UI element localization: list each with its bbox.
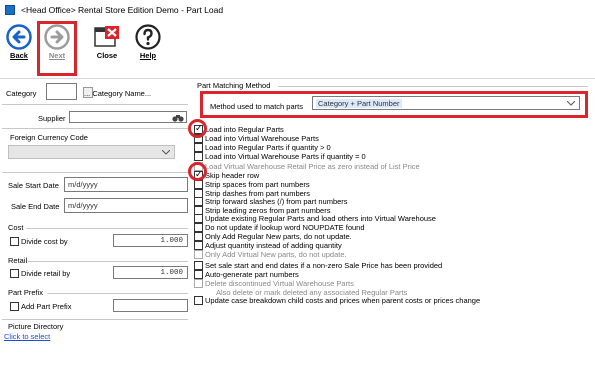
option-checkbox[interactable] xyxy=(194,214,203,223)
option-label: Skip header row xyxy=(205,171,260,180)
option-checkbox[interactable] xyxy=(194,197,203,206)
sale-start-label: Sale Start Date xyxy=(8,181,59,190)
supplier-label: Supplier xyxy=(38,114,66,123)
foreign-currency-label: Foreign Currency Code xyxy=(10,133,88,142)
option-label: Load into Virtual Warehouse Parts xyxy=(205,134,319,143)
divide-cost-label: Divide cost by xyxy=(21,237,68,246)
category-name-label: ... Category Name... xyxy=(84,89,152,98)
chevron-down-icon xyxy=(162,150,170,155)
currency-divider xyxy=(2,128,188,129)
option-label: Adjust quantity instead of adding quanti… xyxy=(205,241,342,250)
part-prefix-heading: Part Prefix xyxy=(8,288,44,297)
chevron-down-icon xyxy=(567,101,575,106)
help-button[interactable]: Help xyxy=(133,24,163,76)
divide-cost-checkbox[interactable] xyxy=(10,237,19,246)
option-label: Only Add Regular New parts, do not updat… xyxy=(205,232,352,241)
sale-end-label: Sale End Date xyxy=(11,202,60,211)
option-checkbox[interactable] xyxy=(194,270,203,279)
part-prefix-divider xyxy=(47,293,188,294)
option-label: Strip spaces from part numbers xyxy=(205,180,310,189)
option-label: Load into Virtual Warehouse Parts if qua… xyxy=(205,152,366,161)
cost-heading: Cost xyxy=(8,223,24,232)
option-checkbox[interactable] xyxy=(194,232,203,241)
part-matching-divider xyxy=(278,86,588,87)
foreign-currency-select[interactable] xyxy=(8,145,175,159)
retail-divider xyxy=(28,261,188,262)
option-label: Delete discontinued Virtual Warehouse Pa… xyxy=(205,279,354,288)
add-part-prefix-label: Add Part Prefix xyxy=(21,302,72,311)
close-button[interactable]: Close xyxy=(92,24,122,76)
sale-end-input[interactable]: m/d/yyyy xyxy=(64,198,188,213)
option-label: Load into Regular Parts xyxy=(205,125,284,134)
option-checkbox[interactable] xyxy=(194,279,203,288)
divide-retail-checkbox[interactable] xyxy=(10,269,19,278)
option-label: Strip forward slashes (/) from part numb… xyxy=(205,197,348,206)
title-bar: <Head Office> Rental Store Edition Demo … xyxy=(0,0,595,19)
help-icon xyxy=(135,24,161,50)
supplier-divider xyxy=(2,104,188,105)
option-checkbox[interactable] xyxy=(194,250,203,259)
option-label: Only Add Virtual New parts, do not updat… xyxy=(205,250,347,259)
category-label: Category xyxy=(6,89,37,98)
close-label: Close xyxy=(96,51,118,60)
add-part-prefix-checkbox[interactable] xyxy=(10,302,19,311)
method-select[interactable]: Category + Part Number xyxy=(312,96,580,110)
supplier-input[interactable] xyxy=(69,111,187,123)
part-matching-title: Part Matching Method xyxy=(197,81,271,90)
option-label: Do not update if lookup word NOUPDATE fo… xyxy=(205,223,365,232)
next-highlight-box xyxy=(37,21,77,76)
method-value: Category + Part Number xyxy=(316,98,402,108)
picture-divider xyxy=(2,319,188,320)
option-checkbox[interactable] xyxy=(194,152,203,161)
close-icon xyxy=(94,26,119,47)
option-label: Update case breakdown child costs and pr… xyxy=(205,296,481,305)
divide-retail-label: Divide retail by xyxy=(21,269,71,278)
option-checkbox[interactable] xyxy=(194,223,203,232)
window-title: <Head Office> Rental Store Edition Demo … xyxy=(21,4,224,15)
option-checkbox[interactable] xyxy=(194,180,203,189)
option-checkbox[interactable] xyxy=(194,241,203,250)
part-prefix-input[interactable] xyxy=(113,299,188,312)
app-icon xyxy=(5,4,15,15)
toolbar-divider xyxy=(0,78,595,79)
click-to-select-link[interactable]: Click to select xyxy=(4,332,50,341)
picture-directory-heading: Picture Directory xyxy=(8,322,64,331)
option-label: Load into Regular Parts if quantity > 0 xyxy=(205,143,331,152)
back-label: Back xyxy=(10,51,28,60)
option-label: Auto-generate part numbers xyxy=(205,270,299,279)
back-button[interactable]: Back xyxy=(4,24,34,76)
category-input[interactable] xyxy=(46,83,77,100)
binoculars-icon xyxy=(172,115,184,122)
sale-divider xyxy=(2,172,188,173)
option-label: Update existing Regular Parts and load o… xyxy=(205,214,436,223)
retail-heading: Retail xyxy=(8,256,28,265)
option-checkbox[interactable] xyxy=(194,261,203,270)
cost-divider xyxy=(26,228,188,229)
option-label: Set sale start and end dates if a non-ze… xyxy=(205,261,443,270)
sale-start-input[interactable]: m/d/yyyy xyxy=(64,177,188,192)
divide-cost-input[interactable]: 1.000 xyxy=(113,234,188,247)
help-label: Help xyxy=(139,51,157,60)
method-label: Method used to match parts xyxy=(210,102,303,111)
divide-retail-input[interactable]: 1.000 xyxy=(113,266,188,279)
option-checkbox[interactable] xyxy=(194,296,203,305)
option-label: Load Virtual Warehouse Retail Price as z… xyxy=(205,162,420,171)
back-arrow-icon xyxy=(6,24,32,50)
option-checkbox[interactable] xyxy=(194,143,203,152)
load-regular-highlight-circle xyxy=(188,119,207,138)
skip-header-highlight-circle xyxy=(188,162,207,181)
